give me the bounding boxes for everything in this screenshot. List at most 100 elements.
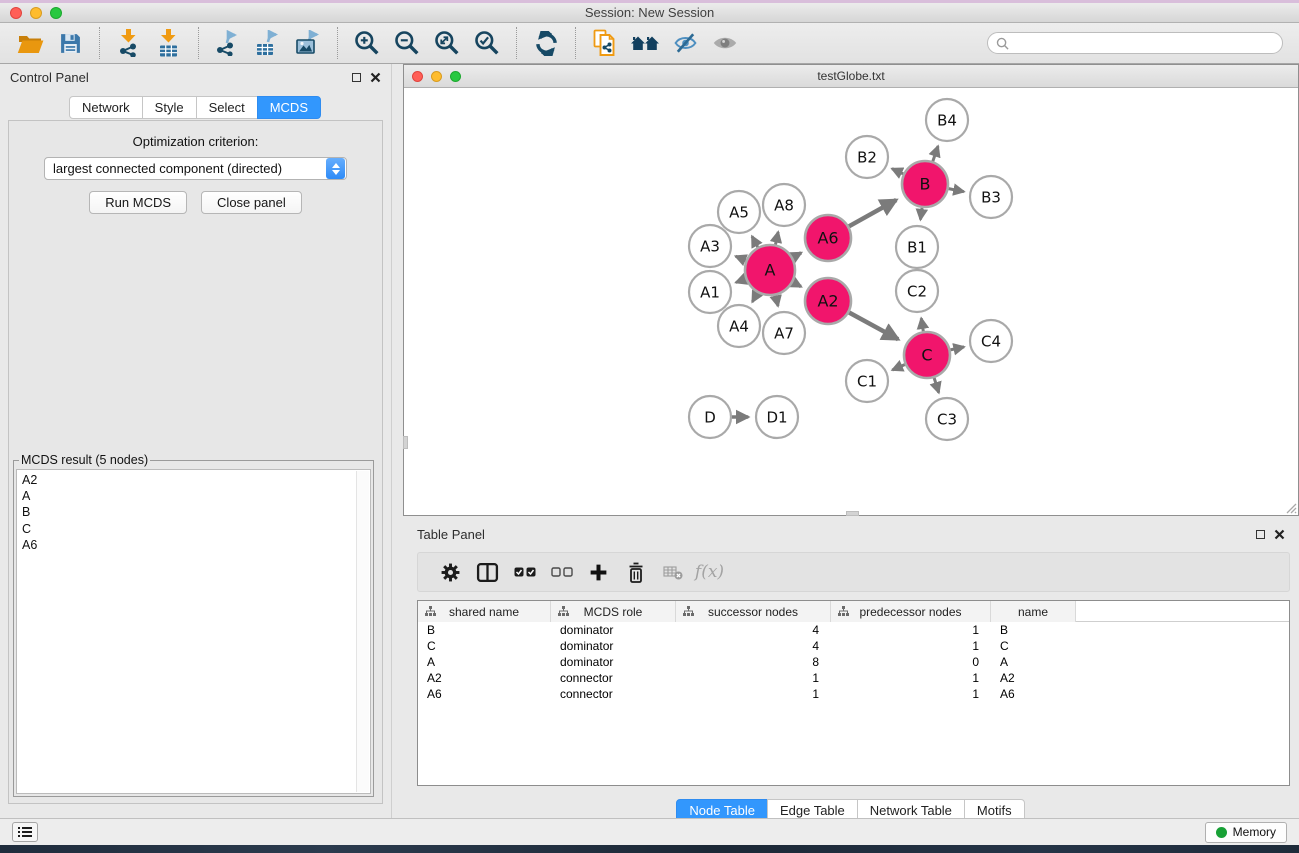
select-all-button[interactable] (506, 557, 543, 587)
import-network-button[interactable] (112, 26, 146, 60)
mcds-result-item[interactable]: A6 (17, 537, 370, 553)
edge-B-B1[interactable] (920, 208, 921, 220)
table-cell[interactable]: dominator (551, 654, 676, 670)
edge-A-A2[interactable] (793, 282, 801, 286)
table-cell[interactable]: connector (551, 670, 676, 686)
table-cell[interactable]: 1 (676, 670, 831, 686)
run-mcds-button[interactable]: Run MCDS (89, 191, 187, 214)
delete-column-button[interactable] (617, 557, 654, 587)
table-cell[interactable]: 1 (831, 638, 991, 654)
table-row[interactable]: Adominator80A (418, 654, 1289, 670)
table-cell[interactable]: 1 (831, 686, 991, 702)
edge-B-B3[interactable] (949, 189, 964, 192)
edge-A-A6[interactable] (793, 253, 801, 258)
table-cell[interactable]: C (418, 638, 551, 654)
table-row[interactable]: A2connector11A2 (418, 670, 1289, 686)
memory-button[interactable]: Memory (1205, 822, 1287, 843)
zoom-out-button[interactable] (390, 26, 424, 60)
column-header-name[interactable]: name (991, 601, 1076, 622)
table-row[interactable]: A6connector11A6 (418, 686, 1289, 702)
edge-A-A5[interactable] (752, 236, 758, 247)
hide-selected-button[interactable] (668, 26, 702, 60)
edge-A6-B[interactable] (849, 200, 896, 226)
edge-C-C4[interactable] (950, 347, 964, 350)
close-table-panel-icon[interactable] (1274, 529, 1285, 540)
float-table-panel-icon[interactable] (1256, 530, 1265, 539)
table-cell[interactable]: dominator (551, 622, 676, 638)
table-cell[interactable]: 0 (831, 654, 991, 670)
column-header-shared-name[interactable]: shared name (418, 601, 551, 622)
edge-A-A8[interactable] (775, 232, 778, 245)
edge-C-C2[interactable] (921, 318, 923, 331)
table-cell[interactable]: 4 (676, 638, 831, 654)
zoom-in-button[interactable] (350, 26, 384, 60)
save-session-button[interactable] (53, 26, 87, 60)
table-cell[interactable]: A (991, 654, 1076, 670)
minimize-view-button[interactable] (431, 71, 442, 82)
refresh-button[interactable] (529, 26, 563, 60)
search-input[interactable] (1014, 36, 1274, 50)
tab-network[interactable]: Network (69, 96, 143, 119)
network-canvas[interactable]: B4B2BB3A5A8A6B1A3AC2A1A2A4A7C4CC1C3DD1 (404, 88, 1298, 515)
zoom-view-button[interactable] (450, 71, 461, 82)
task-history-button[interactable] (12, 822, 38, 842)
edge-C-C3[interactable] (934, 378, 939, 393)
network-graph[interactable]: B4B2BB3A5A8A6B1A3AC2A1A2A4A7C4CC1C3DD1 (404, 88, 1298, 514)
export-network-button[interactable] (211, 26, 245, 60)
export-table-button[interactable] (251, 26, 285, 60)
table-mode-button[interactable] (432, 557, 469, 587)
column-header-MCDS-role[interactable]: MCDS role (551, 601, 676, 622)
close-panel-icon[interactable] (370, 72, 381, 83)
table-cell[interactable]: B (418, 622, 551, 638)
optimization-dropdown[interactable]: largest connected component (directed) (44, 157, 347, 180)
table-cell[interactable]: B (991, 622, 1076, 638)
table-row[interactable]: Cdominator41C (418, 638, 1289, 654)
table-cell[interactable]: dominator (551, 638, 676, 654)
network-window-titlebar[interactable]: testGlobe.txt (404, 65, 1298, 88)
zoom-selected-button[interactable] (470, 26, 504, 60)
table-cell[interactable]: 1 (831, 670, 991, 686)
close-view-button[interactable] (412, 71, 423, 82)
edge-A2-C[interactable] (849, 312, 898, 339)
float-panel-icon[interactable] (352, 73, 361, 82)
mcds-result-list[interactable]: A2ABCA6 (16, 469, 371, 794)
resize-grip-icon[interactable] (1283, 500, 1297, 514)
edge-A-A3[interactable] (736, 256, 746, 260)
zoom-fit-button[interactable] (430, 26, 464, 60)
show-columns-button[interactable] (469, 557, 506, 587)
column-header-successor-nodes[interactable]: successor nodes (676, 601, 831, 622)
bottom-split-handle[interactable] (846, 511, 859, 516)
minimize-window-button[interactable] (30, 7, 42, 19)
table-cell[interactable]: 8 (676, 654, 831, 670)
open-session-button[interactable] (13, 26, 47, 60)
deselect-all-button[interactable] (543, 557, 580, 587)
zoom-window-button[interactable] (50, 7, 62, 19)
search-field[interactable] (987, 32, 1283, 54)
close-panel-button[interactable]: Close panel (201, 191, 302, 214)
table-cell[interactable]: A2 (991, 670, 1076, 686)
tab-style[interactable]: Style (142, 96, 197, 119)
table-cell[interactable]: A6 (418, 686, 551, 702)
table-cell[interactable]: connector (551, 686, 676, 702)
tab-mcds[interactable]: MCDS (257, 96, 321, 119)
node-table[interactable]: shared nameMCDS rolesuccessor nodesprede… (417, 600, 1290, 786)
import-table-button[interactable] (152, 26, 186, 60)
table-cell[interactable]: C (991, 638, 1076, 654)
list-scrollbar[interactable] (356, 471, 369, 792)
table-cell[interactable]: A6 (991, 686, 1076, 702)
edge-B-B4[interactable] (933, 146, 938, 161)
edge-C-C1[interactable] (892, 365, 905, 370)
mcds-result-item[interactable]: A2 (17, 470, 370, 488)
table-cell[interactable]: 4 (676, 622, 831, 638)
export-web-page-button[interactable] (588, 26, 622, 60)
show-all-button[interactable] (708, 26, 742, 60)
mcds-result-item[interactable]: C (17, 521, 370, 537)
function-builder-button[interactable]: f(x) (691, 557, 728, 587)
table-row[interactable]: Bdominator41B (418, 622, 1289, 638)
edge-A-A4[interactable] (752, 293, 757, 302)
mcds-result-item[interactable]: A (17, 488, 370, 504)
edge-A-A7[interactable] (776, 295, 778, 306)
column-header-predecessor-nodes[interactable]: predecessor nodes (831, 601, 991, 622)
first-neighbors-button[interactable] (628, 26, 662, 60)
close-window-button[interactable] (10, 7, 22, 19)
